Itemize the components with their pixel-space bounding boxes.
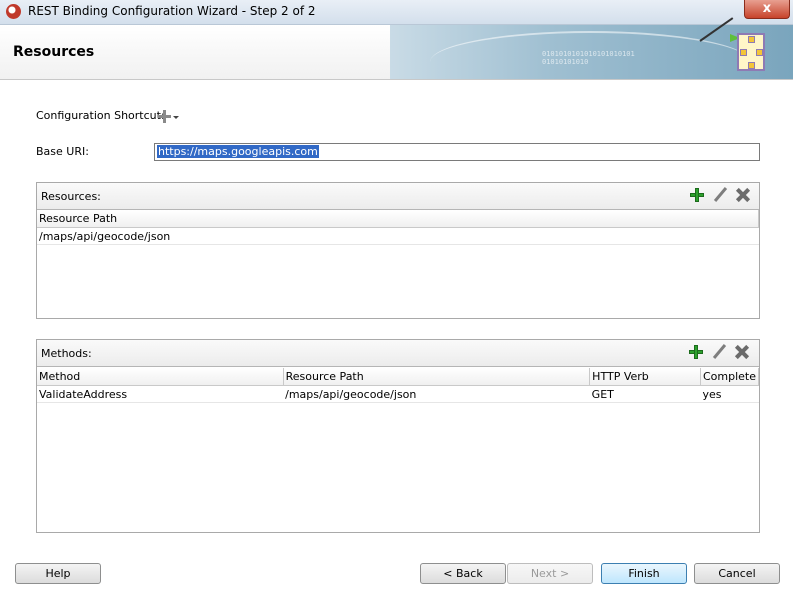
column-header[interactable]: Resource Path [37, 210, 759, 228]
banner-binary-text: 0101010101010101010101 01010101010 [542, 50, 635, 66]
wizard-banner: Resources 0101010101010101010101 0101010… [0, 25, 793, 80]
column-header[interactable]: Method [37, 368, 284, 386]
base-uri-value: https://maps.googleapis.com [157, 145, 319, 158]
window-title: REST Binding Configuration Wizard - Step… [28, 4, 316, 18]
add-icon[interactable] [688, 344, 704, 360]
resources-panel: Resources: Resource Path /maps/api/geoco… [36, 182, 760, 319]
app-icon [6, 4, 21, 19]
edit-icon[interactable] [712, 187, 728, 203]
table-cell: /maps/api/geocode/json [283, 385, 590, 403]
help-button[interactable]: Help [15, 563, 101, 584]
base-uri-input[interactable]: https://maps.googleapis.com [154, 143, 760, 161]
window-titlebar: REST Binding Configuration Wizard - Step… [0, 0, 793, 25]
methods-panel: Methods: Method Resource Path HTTP Verb … [36, 339, 760, 533]
column-header[interactable]: Complete [700, 368, 760, 386]
table-cell: yes [700, 385, 759, 403]
table-row[interactable]: ValidateAddress /maps/api/geocode/json G… [37, 385, 759, 403]
back-button[interactable]: < Back [420, 563, 506, 584]
finish-button[interactable]: Finish [601, 563, 687, 584]
cancel-button[interactable]: Cancel [694, 563, 780, 584]
add-icon[interactable] [689, 187, 705, 203]
resources-panel-header: Resources: [37, 183, 759, 210]
delete-icon[interactable] [735, 187, 751, 203]
resources-title: Resources: [41, 190, 101, 203]
config-shortcut-label: Configuration Shortcut: [36, 109, 165, 122]
base-uri-label: Base URI: [36, 145, 89, 158]
column-header[interactable]: HTTP Verb [589, 368, 701, 386]
delete-icon[interactable] [734, 344, 750, 360]
methods-panel-header: Methods: [37, 340, 759, 367]
column-header[interactable]: Resource Path [283, 368, 591, 386]
edit-icon[interactable] [711, 344, 727, 360]
table-cell: ValidateAddress [37, 385, 284, 403]
banner-graphic: 0101010101010101010101 01010101010 [390, 25, 793, 79]
resources-table: Resource Path /maps/api/geocode/json [37, 210, 759, 245]
methods-title: Methods: [41, 347, 92, 360]
table-cell: /maps/api/geocode/json [37, 227, 759, 245]
methods-table: Method Resource Path HTTP Verb Complete … [37, 368, 760, 403]
add-dropdown-icon[interactable] [158, 109, 180, 125]
window-close-button[interactable]: x [744, 0, 790, 19]
next-button[interactable]: Next > [507, 563, 593, 584]
page-title: Resources [13, 44, 95, 60]
table-row[interactable]: /maps/api/geocode/json [37, 227, 759, 245]
table-cell: GET [589, 385, 701, 403]
wizard-diagram-icon [737, 33, 765, 71]
